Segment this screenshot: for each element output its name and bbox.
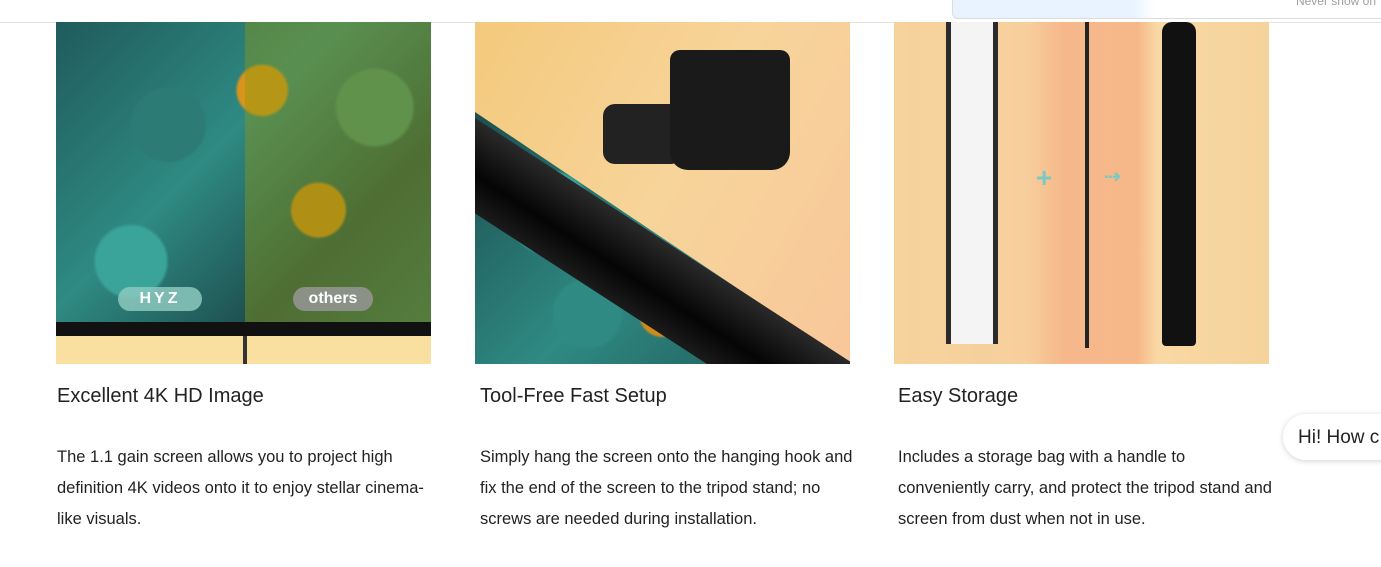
hanging-hook bbox=[670, 50, 790, 170]
feature-card-storage: + ⇢ Easy Storage Includes a storage bag … bbox=[894, 22, 1272, 528]
card-title: Easy Storage bbox=[898, 385, 1019, 407]
chat-widget[interactable]: Hi! How c bbox=[1283, 414, 1381, 460]
plus-icon: + bbox=[1036, 162, 1053, 193]
product-image-setup bbox=[475, 22, 850, 364]
card-title: Tool-Free Fast Setup bbox=[480, 385, 667, 407]
product-image-4k: HYZ others bbox=[56, 22, 431, 364]
others-label: others bbox=[293, 287, 373, 311]
card-description: Simply hang the screen onto the hanging … bbox=[480, 448, 853, 528]
product-image-storage: + ⇢ bbox=[894, 22, 1269, 364]
tripod-stand bbox=[1085, 22, 1089, 348]
hyz-label: HYZ bbox=[118, 287, 202, 311]
card-description: Includes a storage bag with a handle to … bbox=[898, 448, 1272, 528]
card-description: The 1.1 gain screen allows you to projec… bbox=[57, 448, 424, 528]
comparison-overlay bbox=[245, 22, 431, 322]
storage-bag bbox=[1162, 22, 1196, 346]
never-show-link[interactable]: Never show on bbox=[1296, 0, 1376, 8]
chat-greeting[interactable]: Hi! How c bbox=[1298, 427, 1379, 449]
card-title: Excellent 4K HD Image bbox=[57, 385, 264, 407]
rolled-screen bbox=[946, 22, 998, 344]
feature-card-4k: HYZ others Excellent 4K HD Image The 1.1… bbox=[56, 22, 431, 528]
popup-banner[interactable]: Never show on bbox=[952, 0, 1381, 19]
feature-card-setup: Tool-Free Fast Setup Simply hang the scr… bbox=[475, 22, 852, 528]
arrow-right-icon: ⇢ bbox=[1104, 166, 1121, 188]
